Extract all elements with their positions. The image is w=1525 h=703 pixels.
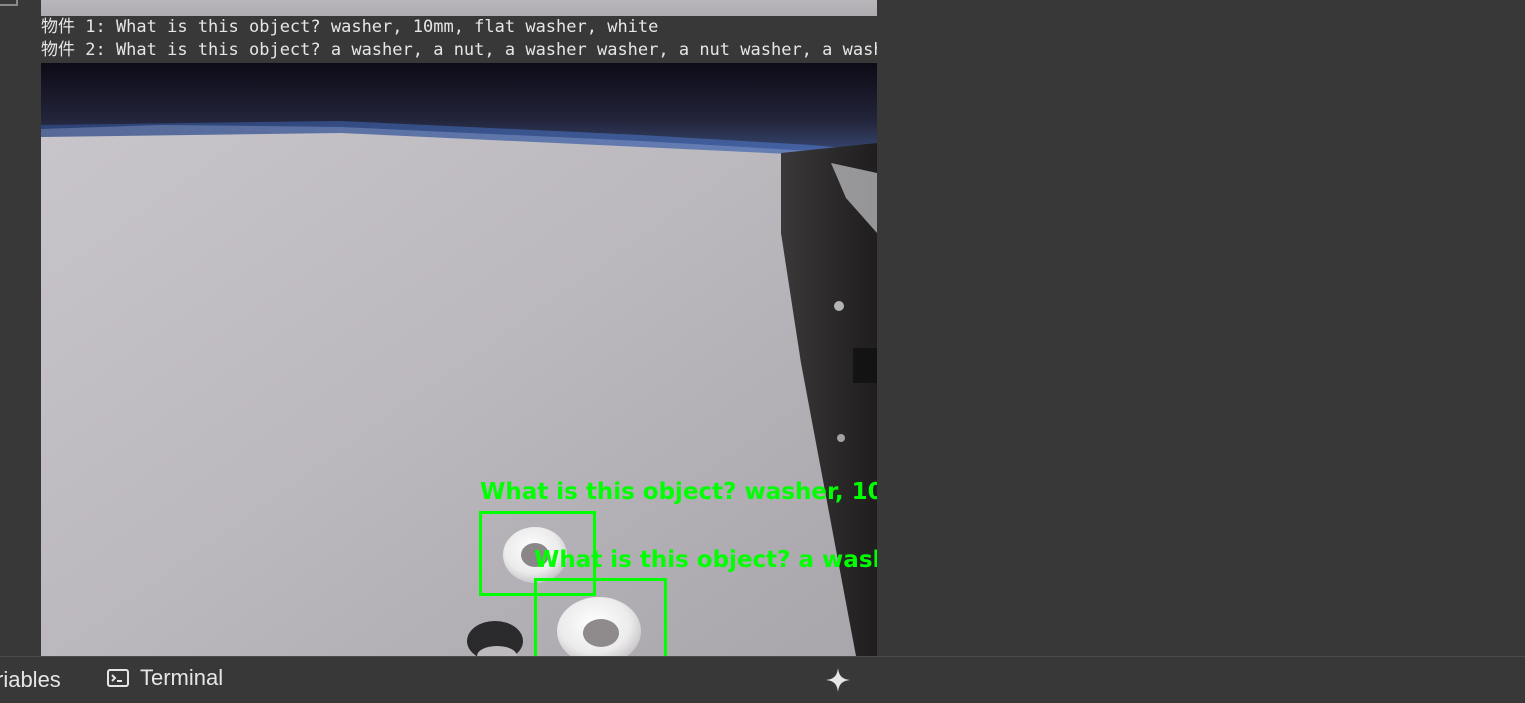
camera-image: What is this object? washer, 10 What is …	[41, 63, 877, 656]
cell-output: 物件 1: What is this object? washer, 10mm,…	[41, 0, 877, 656]
variables-tab[interactable]: riables	[0, 667, 61, 693]
terminal-tab-label: Terminal	[140, 665, 224, 690]
previous-image-bottom-edge	[41, 0, 877, 16]
terminal-tab[interactable]: Terminal	[106, 665, 223, 691]
sparkle-icon	[826, 668, 850, 692]
bottom-panel-bar: riables Terminal	[0, 656, 1525, 703]
output-line-2: 物件 2: What is this object? a washer, a n…	[41, 40, 877, 60]
output-text-block: 物件 1: What is this object? washer, 10mm,…	[41, 16, 877, 63]
output-line-1: 物件 1: What is this object? washer, 10mm,…	[41, 17, 659, 37]
variables-tab-label: riables	[0, 667, 61, 692]
gemini-sparkle-button[interactable]	[825, 667, 851, 693]
detection-label-1: What is this object? washer, 10	[480, 479, 877, 505]
detection-label-2: What is this object? a wash	[534, 547, 877, 573]
cell-collapse-handle[interactable]	[0, 0, 18, 6]
terminal-icon	[106, 666, 130, 690]
notebook-view: 物件 1: What is this object? washer, 10mm,…	[0, 0, 1525, 703]
